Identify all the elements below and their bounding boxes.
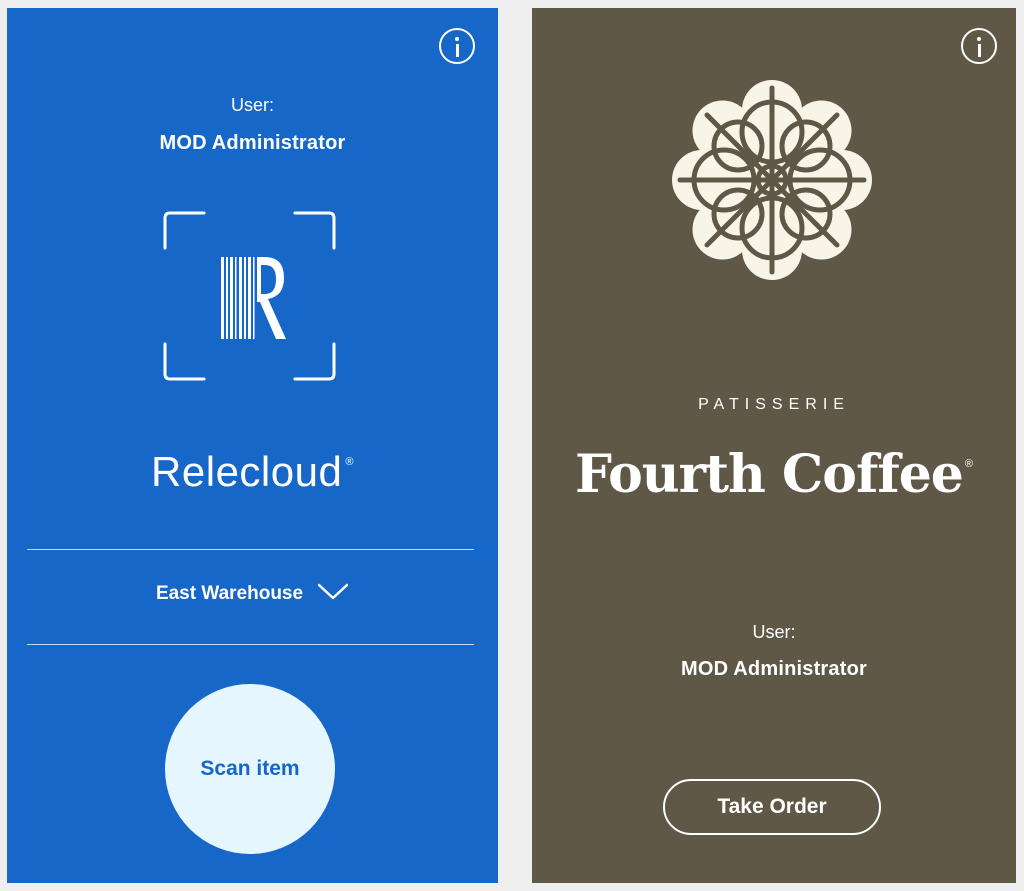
location-dropdown[interactable]: East Warehouse [7, 583, 498, 613]
fourth-coffee-app-panel: PATISSERIE Fourth Coffee ® User: MOD Admi… [532, 8, 1016, 883]
fourth-coffee-brand-name: Fourth Coffee [575, 444, 964, 505]
divider-bottom [27, 644, 474, 645]
info-icon[interactable] [961, 28, 997, 64]
scan-item-button[interactable]: Scan item [165, 684, 335, 854]
fourth-coffee-wordmark: Fourth Coffee ® [532, 444, 1016, 505]
relecloud-wordmark: Relecloud ® [7, 448, 498, 496]
user-name: MOD Administrator [681, 658, 867, 680]
relecloud-logo [221, 257, 286, 339]
emblem-logo [672, 80, 872, 280]
registered-mark: ® [345, 456, 354, 468]
scan-frame-icon [163, 211, 336, 381]
emblem-pattern [677, 85, 867, 275]
user-label: User: [230, 95, 274, 115]
info-icon[interactable] [439, 28, 475, 64]
chevron-down-icon [317, 583, 349, 600]
take-order-button[interactable]: Take Order [663, 779, 881, 835]
patisserie-tagline: PATISSERIE [698, 396, 850, 413]
info-icon-dot [977, 37, 981, 41]
user-name: MOD Administrator [159, 132, 346, 154]
registered-mark: ® [964, 458, 973, 470]
screenshot-stage: User: MOD Administrator Relecloud ® East… [0, 0, 1024, 891]
relecloud-brand-name: Relecloud [151, 448, 343, 495]
location-value: East Warehouse [155, 583, 304, 604]
user-label: User: [752, 622, 796, 642]
divider-top [27, 549, 474, 550]
info-icon-bar [455, 44, 459, 57]
relecloud-app-panel: User: MOD Administrator Relecloud ® East… [7, 8, 498, 883]
info-icon-dot [455, 37, 459, 41]
info-icon-bar [977, 44, 981, 57]
